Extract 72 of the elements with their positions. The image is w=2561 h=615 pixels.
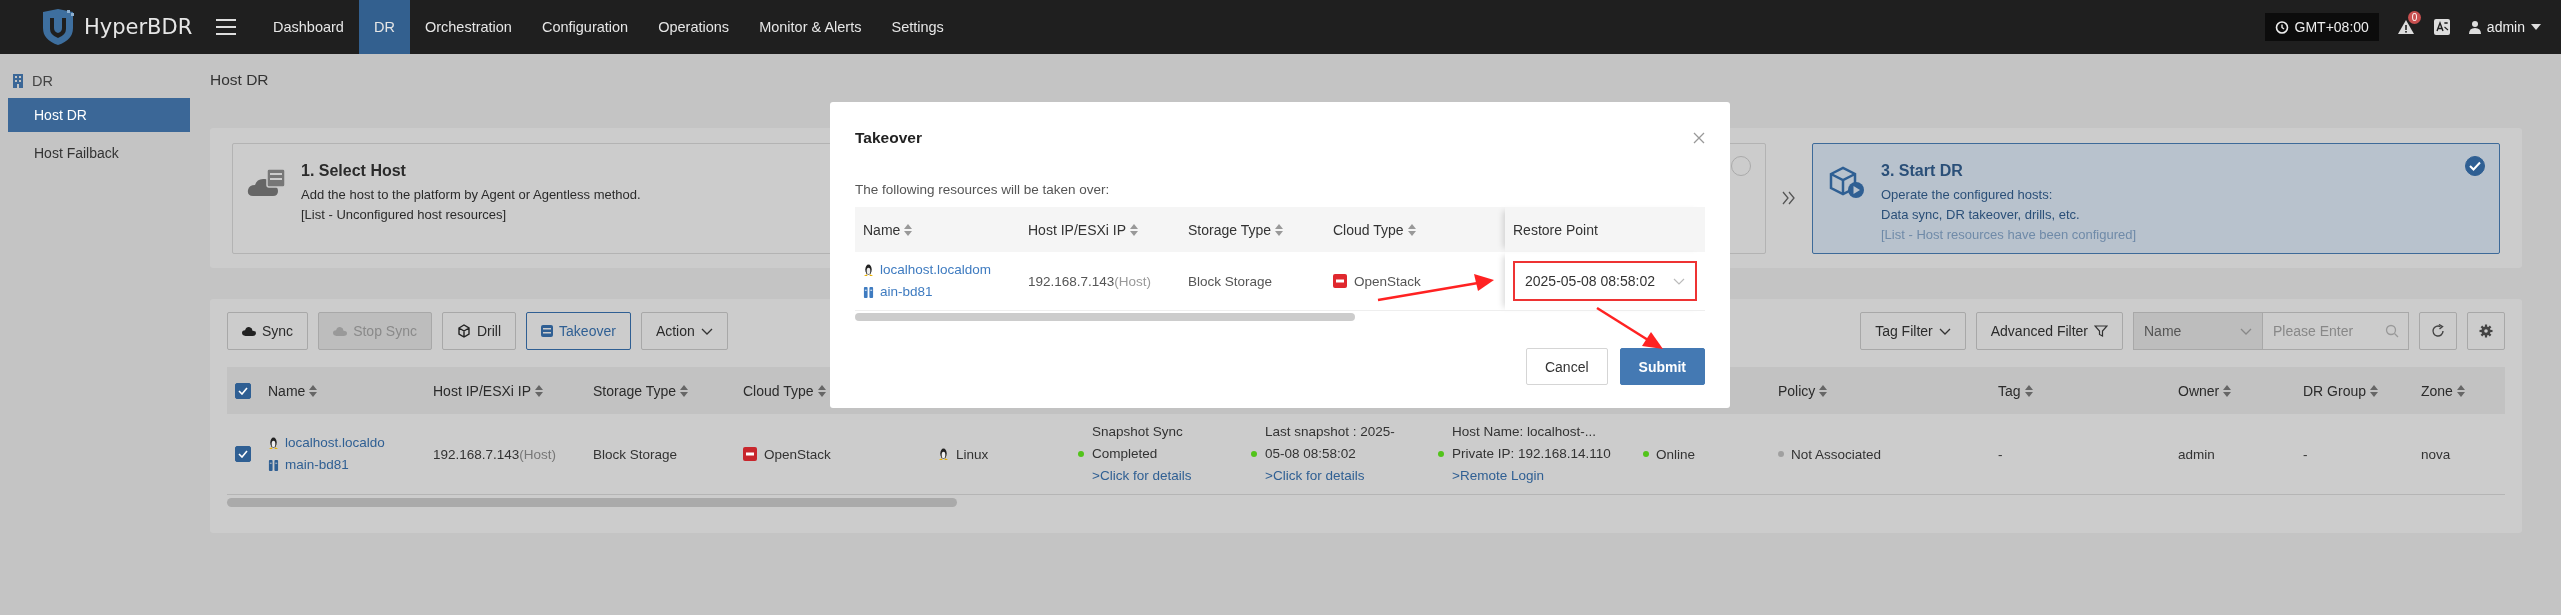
search-input[interactable]: Please Enter (2271, 322, 2385, 340)
user-name: admin (2486, 19, 2525, 35)
nav-tab[interactable]: Settings (876, 0, 959, 54)
ip-address: 192.168.7.143(Host) (433, 446, 557, 462)
cell-text: Snapshot Sync (1092, 423, 1183, 441)
step-card[interactable]: 3. Start DR Operate the configured hosts: Data sync, DR takeover, drills, etc. [List - Host resources have been configured] (1812, 142, 2500, 254)
cloud-type: OpenStack (1354, 273, 1421, 289)
column-header[interactable]: Name (268, 382, 318, 399)
nav-tab[interactable]: Monitor & Alerts (744, 0, 877, 54)
cell-text: 05-08 08:58:02 (1265, 445, 1356, 463)
host-name-link[interactable]: localhost.localdom (880, 259, 992, 281)
sidebar-section-title: DR (32, 73, 53, 89)
column-header[interactable]: Owner (2178, 382, 2232, 399)
nav-tab[interactable]: Operations (643, 0, 745, 54)
column-header[interactable]: Policy (1778, 382, 1828, 399)
details-link[interactable]: >Click for details (1265, 465, 1365, 487)
status-text: Online (1656, 446, 1696, 462)
dropdown-button[interactable]: Action (640, 312, 728, 350)
cloud-type: OpenStack (764, 446, 831, 462)
dialog-button[interactable]: Submit (1619, 348, 1705, 385)
page-title: Host DR (210, 70, 270, 90)
column-header[interactable]: Restore Point (1513, 221, 1598, 238)
cell-text: Completed (1092, 445, 1158, 463)
column-header[interactable]: Zone (2421, 382, 2465, 399)
table-cell: Block Storage (1188, 273, 1273, 289)
search-field[interactable]: Please Enter (2263, 312, 2409, 350)
nav-tab[interactable]: Configuration (526, 0, 644, 54)
timezone-label: GMT+08:00 (2294, 19, 2369, 35)
details-link[interactable]: >Remote Login (1452, 465, 1544, 487)
search-field-select[interactable]: Name (2133, 312, 2263, 350)
step-description: Operate the configured hosts: (1881, 185, 2054, 204)
column-header[interactable]: Name (863, 221, 913, 238)
table-cell: admin (2178, 446, 2215, 462)
status-text: Not Associated (1791, 446, 1882, 462)
column-header[interactable]: Tag (1998, 382, 2033, 399)
app-name: HyperBDR (84, 15, 193, 39)
column-header[interactable]: Cloud Type (1333, 221, 1416, 238)
table-cell: nova (2421, 446, 2451, 462)
toolbar-button[interactable]: Sync (227, 312, 309, 350)
nav-tab[interactable]: Dashboard (258, 0, 359, 54)
step-title: 3. Start DR (1881, 161, 1964, 180)
table-cell: Block Storage (593, 446, 678, 462)
step-description: [List - Unconfigured host resources] (301, 205, 508, 224)
cell-text: Last snapshot : 2025- (1265, 423, 1395, 441)
step-description: Add the host to the platform by Agent or Agentless method. (301, 185, 641, 204)
advanced-filter-button[interactable]: Advanced Filter (1975, 312, 2123, 350)
nav-tab[interactable]: DR (358, 0, 410, 54)
user-menu[interactable]: admin (2468, 19, 2541, 35)
sidebar-item[interactable]: Host Failback (8, 136, 190, 170)
host-name-link[interactable]: ain-bd81 (880, 281, 933, 303)
step-title: 1. Select Host (301, 161, 407, 180)
os-type: Linux (956, 446, 989, 462)
step-description: [List - Host resources have been configured] (1881, 225, 2137, 244)
toolbar-button[interactable]: Takeover (526, 312, 631, 350)
nav-tab[interactable]: Orchestration (409, 0, 527, 54)
tag-filter-button[interactable]: Tag Filter (1860, 312, 1966, 350)
column-header[interactable]: Cloud Type (743, 382, 826, 399)
ip-address: 192.168.7.143(Host) (1028, 273, 1152, 289)
table-cell: - (2303, 446, 2308, 462)
alert-count-badge: 0 (2407, 11, 2422, 24)
host-name-link[interactable]: main-bd81 (285, 454, 349, 476)
cell-text: Private IP: 192.168.14.110 (1452, 445, 1611, 463)
timezone-button[interactable]: GMT+08:00 (2264, 13, 2379, 41)
toolbar-button[interactable]: Drill (441, 312, 517, 350)
host-name-link[interactable]: localhost.localdo (285, 432, 385, 454)
restore-point-select[interactable]: 2025-05-08 08:58:02 (1513, 261, 1697, 301)
step-description: Data sync, DR takeover, drills, etc. (1881, 205, 2081, 224)
table-cell: - (1998, 446, 2003, 462)
dialog-button[interactable]: Cancel (1525, 348, 1608, 385)
cell-text: Host Name: localhost-... (1452, 423, 1597, 441)
sidebar-item[interactable]: Host DR (8, 98, 190, 132)
details-link[interactable]: >Click for details (1092, 465, 1192, 487)
